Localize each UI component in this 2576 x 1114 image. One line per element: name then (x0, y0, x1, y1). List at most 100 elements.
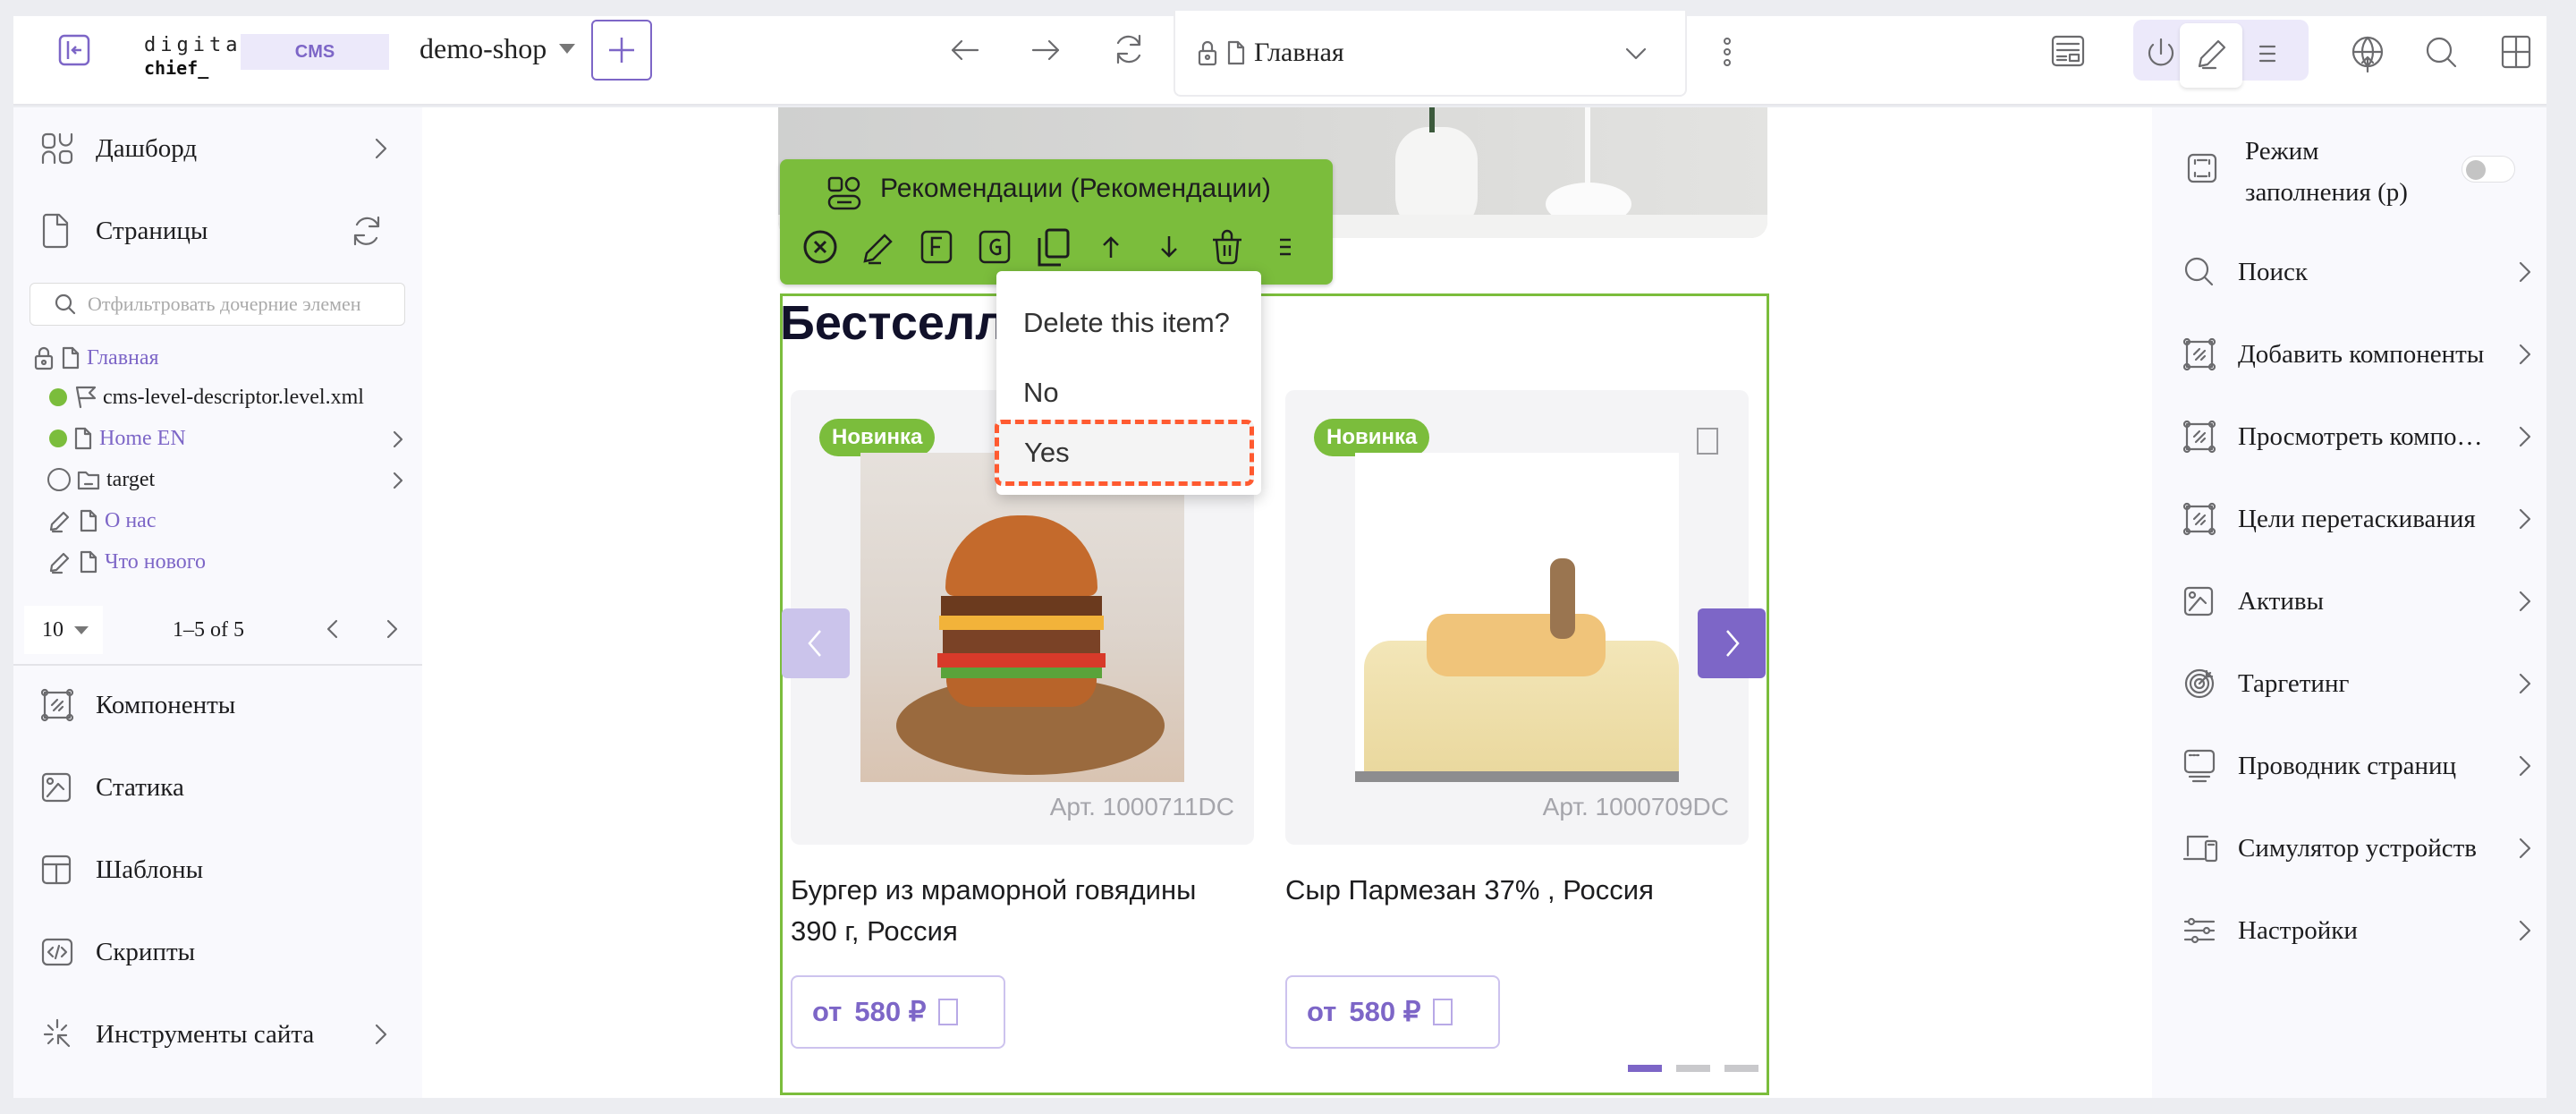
pencil-icon[interactable] (860, 227, 897, 267)
right-item-browse-components[interactable]: Просмотреть компоненты (2152, 410, 2546, 463)
sidebar-item-components[interactable]: Компоненты (13, 678, 422, 732)
chevron-right-icon (1726, 630, 1740, 657)
price-button[interactable]: от 580 ₽ (1285, 975, 1500, 1049)
refresh-icon[interactable] (1110, 30, 1148, 68)
fill-mode-label-line: заполнения (р) (2245, 178, 2408, 207)
page-url-selector[interactable]: Главная (1174, 11, 1687, 97)
group-g-icon[interactable] (976, 227, 1013, 267)
power-icon[interactable] (2143, 36, 2179, 72)
copy-icon[interactable] (1034, 227, 1072, 267)
delete-yes-option[interactable]: Yes (995, 420, 1254, 486)
right-item-assets[interactable]: Активы (2152, 574, 2546, 628)
right-item-label: Просмотреть компоненты (2238, 421, 2488, 451)
fill-mode-label-line: Режим (2245, 137, 2319, 166)
tree-item-label: Home EN (99, 426, 186, 450)
right-item-targeting[interactable]: Таргетинг (2152, 657, 2546, 710)
chevron-right-icon[interactable] (389, 428, 407, 451)
delete-confirm-question: Delete this item? (1023, 307, 1230, 338)
chevron-right-icon[interactable] (389, 469, 407, 492)
component-title: Рекомендации (Рекомендации) (880, 174, 1271, 203)
carousel-next-button[interactable] (1698, 608, 1766, 678)
fill-mode-icon (2187, 153, 2217, 183)
menu-icon[interactable] (1267, 227, 1304, 267)
chevron-right-icon (2519, 426, 2531, 447)
dashboard-icon (41, 132, 73, 165)
tree-item-home[interactable]: Главная (33, 340, 159, 376)
tree-item-level-descriptor[interactable]: cms-level-descriptor.level.xml (49, 379, 364, 415)
new-badge: Новинка (1314, 419, 1430, 456)
right-item-label: Цели перетаскивания (2238, 504, 2476, 533)
chevron-right-icon (2519, 755, 2531, 777)
flag-icon (75, 386, 97, 409)
search-icon (2184, 257, 2214, 286)
status-empty-dot (47, 468, 71, 491)
tree-item-about[interactable]: О нас (47, 503, 156, 539)
page-url-label: Главная (1254, 38, 1344, 67)
right-item-label: Добавить компоненты (2238, 339, 2485, 369)
carousel-prev-button[interactable] (782, 608, 850, 678)
site-selector[interactable]: demo-shop (419, 32, 576, 65)
more-vertical-icon[interactable] (1720, 34, 1734, 70)
grid-icon[interactable] (2498, 32, 2534, 72)
sidebar-item-site-tools[interactable]: Инструменты сайта (13, 1008, 422, 1061)
favorite-checkbox[interactable] (1697, 428, 1718, 455)
form-f-icon[interactable] (918, 227, 955, 267)
fill-mode-toggle[interactable] (2462, 156, 2515, 183)
delete-no-option[interactable]: No (1023, 377, 1059, 409)
cheese-knife (1550, 558, 1575, 639)
price-button[interactable]: от 580 ₽ (791, 975, 1005, 1049)
list-icon[interactable] (2251, 36, 2284, 72)
next-page-icon[interactable] (380, 616, 403, 642)
right-item-page-explorer[interactable]: Проводник страниц (2152, 739, 2546, 793)
page-icon (74, 427, 92, 450)
layout-icon[interactable] (2049, 32, 2087, 70)
carousel-dot[interactable] (1676, 1065, 1710, 1072)
carousel-dot[interactable] (1724, 1065, 1758, 1072)
product-name[interactable]: Сыр Пармезан 37% , Россия (1285, 870, 1654, 911)
per-page-select[interactable]: 10 (24, 606, 103, 654)
arrow-up-icon[interactable] (1092, 227, 1130, 267)
arrow-down-icon[interactable] (1150, 227, 1188, 267)
tree-item-label: target (106, 467, 156, 491)
close-circle-icon[interactable] (801, 227, 839, 267)
right-item-drop-targets[interactable]: Цели перетаскивания (2152, 492, 2546, 546)
product-card[interactable]: Новинка Арт. 1000709DC (1285, 390, 1749, 845)
sidebar-item-templates[interactable]: Шаблоны (13, 843, 422, 897)
tree-item-target[interactable]: target (47, 462, 155, 497)
collapse-sidebar-icon[interactable] (56, 32, 92, 68)
right-sidebar: Режим заполнения (р) Поиск Добавить комп… (2152, 107, 2546, 1098)
add-button[interactable] (591, 20, 652, 81)
right-item-search[interactable]: Поиск (2152, 245, 2546, 299)
tree-item-whats-new[interactable]: Что нового (47, 544, 206, 580)
new-badge: Новинка (819, 419, 936, 456)
refresh-icon[interactable] (349, 213, 385, 249)
prev-page-icon[interactable] (321, 616, 344, 642)
per-page-value: 10 (42, 617, 64, 642)
target-icon (2184, 668, 2215, 699)
sidebar-item-dashboard[interactable]: Дашборд (13, 122, 422, 175)
cart-icon (938, 999, 959, 1025)
chevron-down-icon[interactable] (1623, 40, 1649, 67)
carousel-dot-active[interactable] (1628, 1065, 1662, 1072)
cart-icon (1433, 999, 1453, 1025)
bun-top (945, 515, 1097, 596)
back-arrow-icon[interactable] (947, 32, 983, 68)
right-item-device-simulator[interactable]: Симулятор устройств (2152, 821, 2546, 875)
pencil-icon[interactable] (2194, 36, 2230, 72)
right-item-settings[interactable]: Настройки (2152, 904, 2546, 957)
page-icon (80, 509, 97, 532)
right-item-add-components[interactable]: Добавить компоненты (2152, 327, 2546, 381)
forward-arrow-icon[interactable] (1028, 32, 1063, 68)
sidebar-item-static[interactable]: Статика (13, 761, 422, 814)
components-icon (2182, 420, 2216, 454)
filter-children-input[interactable]: Отфильтровать дочерние элемен (30, 283, 405, 326)
page-icon (80, 550, 97, 574)
tomato (937, 653, 1106, 668)
trash-icon[interactable] (1208, 227, 1246, 267)
product-name[interactable]: Бургер из мраморной говядины 390 г, Росс… (791, 870, 1196, 952)
tree-item-home-en[interactable]: Home EN (49, 421, 186, 456)
globe-publish-icon[interactable] (2348, 34, 2387, 73)
search-icon[interactable] (2423, 34, 2461, 72)
sidebar-item-scripts[interactable]: Скрипты (13, 925, 422, 979)
sidebar-item-pages[interactable]: Страницы (13, 204, 422, 258)
